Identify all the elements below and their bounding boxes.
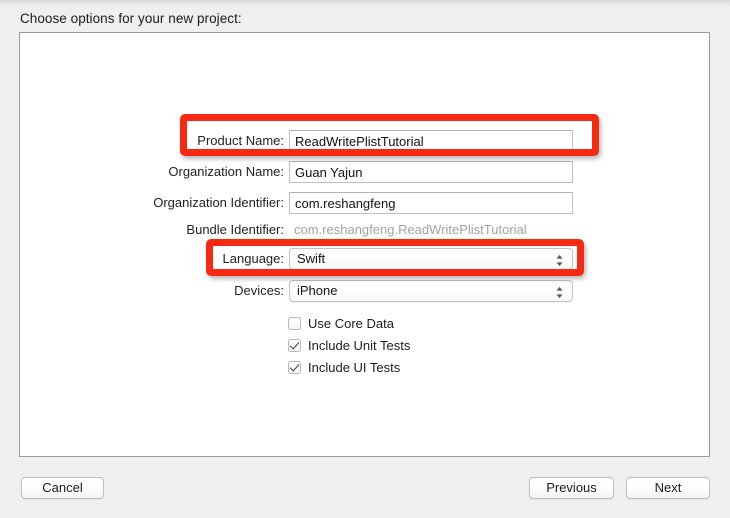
organization-identifier-input[interactable] xyxy=(289,192,573,214)
control-organization-name xyxy=(289,161,573,183)
control-language: Swift xyxy=(289,248,573,270)
form-row-organization-identifier: Organization Identifier: xyxy=(20,192,711,214)
chevron-up-down-icon xyxy=(554,281,565,303)
label-language: Language: xyxy=(222,251,284,266)
checkbox-box-icon[interactable] xyxy=(288,316,301,330)
control-bundle-identifier: com.reshangfeng.ReadWritePlistTutorial xyxy=(289,219,573,241)
product-name-input[interactable] xyxy=(289,130,573,152)
form-row-organization-name: Organization Name: xyxy=(20,161,711,183)
devices-popup-button[interactable]: iPhone xyxy=(289,280,573,302)
checkbox-label: Use Core Data xyxy=(308,315,394,331)
language-selected-value: Swift xyxy=(297,251,326,266)
new-project-options-dialog: Choose options for your new project: Pro… xyxy=(0,0,730,518)
form-row-language: Language: Swift xyxy=(20,248,711,270)
window-top-edge xyxy=(0,0,730,7)
label-bundle-identifier: Bundle Identifier: xyxy=(186,222,284,237)
control-organization-identifier xyxy=(289,192,573,214)
chevron-up-down-icon xyxy=(554,249,565,271)
label-organization-name: Organization Name: xyxy=(168,164,284,179)
label-organization-identifier: Organization Identifier: xyxy=(153,195,284,210)
cancel-button[interactable]: Cancel xyxy=(21,477,104,499)
form-row-devices: Devices: iPhone xyxy=(20,280,711,302)
project-options-checkbox-group: Use Core Data Include Unit Tests Include… xyxy=(288,314,410,380)
control-product-name xyxy=(289,130,573,152)
form-row-product-name: Product Name: xyxy=(20,130,711,152)
checkmark-icon[interactable] xyxy=(288,338,301,352)
bundle-identifier-value: com.reshangfeng.ReadWritePlistTutorial xyxy=(294,222,527,237)
checkbox-use-core-data[interactable]: Use Core Data xyxy=(288,314,410,332)
label-devices: Devices: xyxy=(234,283,284,298)
form-row-bundle-identifier: Bundle Identifier: com.reshangfeng.ReadW… xyxy=(20,219,711,241)
devices-selected-value: iPhone xyxy=(297,283,338,298)
language-popup-button[interactable]: Swift xyxy=(289,248,573,270)
label-product-name: Product Name: xyxy=(197,133,284,148)
checkbox-include-ui-tests[interactable]: Include UI Tests xyxy=(288,358,410,376)
page-title: Choose options for your new project: xyxy=(20,11,242,26)
organization-name-input[interactable] xyxy=(289,161,573,183)
options-panel: Product Name: Organization Name: Organiz… xyxy=(19,32,710,457)
checkmark-icon[interactable] xyxy=(288,360,301,374)
next-button[interactable]: Next xyxy=(626,477,710,499)
previous-button[interactable]: Previous xyxy=(529,477,614,499)
checkbox-label: Include Unit Tests xyxy=(308,337,411,353)
checkbox-label: Include UI Tests xyxy=(308,359,401,375)
control-devices: iPhone xyxy=(289,280,573,302)
checkbox-include-unit-tests[interactable]: Include Unit Tests xyxy=(288,336,410,354)
